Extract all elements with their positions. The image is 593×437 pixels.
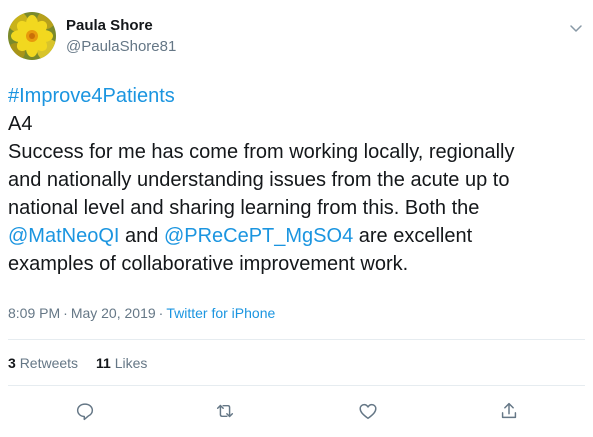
tweet-text: #Improve4Patients A4 Success for me has … [8, 82, 583, 278]
author-handle[interactable]: @PaulaShore81 [66, 38, 176, 55]
tweet-date[interactable]: May 20, 2019 [71, 305, 156, 321]
meta-separator: · [158, 305, 164, 321]
tweet-stats: 3 Retweets 11 Likes [8, 355, 147, 371]
tweet-line: Success for me has come from working loc… [8, 141, 515, 163]
mention-link[interactable]: @MatNeoQI [8, 225, 119, 247]
avatar[interactable] [8, 12, 56, 60]
meta-separator: · [63, 305, 68, 321]
retweets-count: 3 [8, 355, 16, 371]
reply-icon[interactable] [74, 400, 96, 422]
tweet-line: national level and sharing learning from… [8, 197, 480, 219]
tweet-line: A4 [8, 113, 33, 135]
likes-count: 11 [96, 355, 111, 371]
tweet-time[interactable]: 8:09 PM [8, 305, 60, 321]
heart-icon[interactable] [357, 400, 379, 422]
tweet-actions [0, 400, 593, 424]
yellow-flower-avatar-icon [8, 12, 56, 60]
tweet-line: and nationally understanding issues from… [8, 169, 510, 191]
divider [8, 339, 585, 340]
retweets-stat[interactable]: 3 Retweets [8, 355, 78, 371]
retweet-icon[interactable] [214, 400, 236, 422]
likes-stat[interactable]: 11 Likes [96, 355, 147, 371]
divider [8, 385, 585, 386]
likes-label: Likes [114, 355, 148, 371]
hashtag-link[interactable]: #Improve4Patients [8, 85, 175, 107]
share-icon[interactable] [498, 400, 520, 422]
tweet-line-tail: are excellent [353, 225, 473, 247]
mention-link[interactable]: @PReCePT_MgSO4 [164, 225, 353, 247]
retweets-label: Retweets [19, 355, 79, 371]
tweet-connector: and [119, 225, 164, 247]
author-display-name[interactable]: Paula Shore [66, 17, 153, 34]
tweet-header: Paula Shore @PaulaShore81 [0, 0, 593, 70]
tweet-line: examples of collaborative improvement wo… [8, 253, 409, 275]
tweet-meta: 8:09 PM · May 20, 2019 · Twitter for iPhone [8, 305, 275, 321]
tweet-source-link[interactable]: Twitter for iPhone [166, 305, 275, 321]
chevron-down-icon[interactable] [568, 20, 584, 36]
